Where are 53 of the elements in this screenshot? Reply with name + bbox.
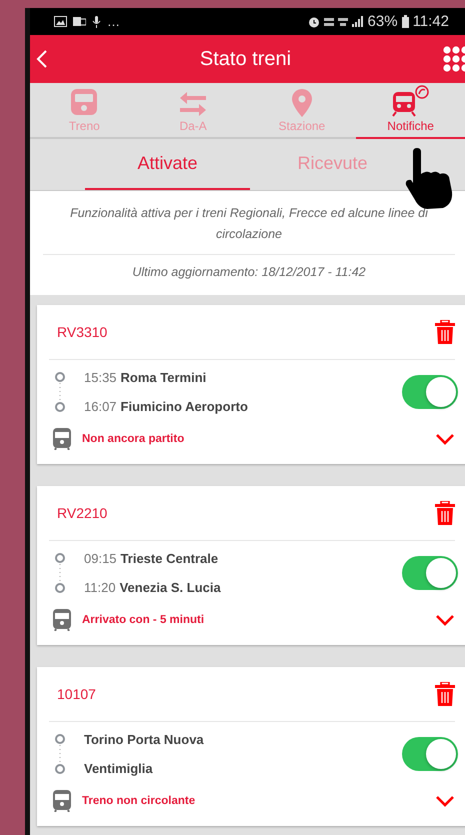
station-name: Venezia S. Lucia bbox=[120, 580, 221, 595]
route-line-icon bbox=[54, 371, 66, 413]
chevron-down-icon[interactable] bbox=[435, 433, 455, 445]
stop-time: 15:35 bbox=[84, 370, 117, 385]
more-notifications: … bbox=[107, 14, 120, 29]
station-name: Fiumicino Aeroporto bbox=[120, 399, 248, 414]
route-line-icon bbox=[54, 733, 66, 775]
grid-menu-icon[interactable] bbox=[443, 46, 465, 72]
back-icon[interactable] bbox=[36, 49, 48, 69]
chevron-down-icon[interactable] bbox=[435, 614, 455, 626]
signal-icon bbox=[352, 16, 364, 27]
clock: 11:42 bbox=[412, 13, 449, 30]
nav-tab[interactable]: Da-A bbox=[138, 83, 248, 139]
mail-icon bbox=[73, 16, 86, 27]
image-icon bbox=[54, 16, 67, 27]
notification-switch[interactable] bbox=[402, 375, 458, 409]
microphone-icon bbox=[92, 16, 101, 28]
notification-switch[interactable] bbox=[402, 556, 458, 590]
nav-tab[interactable]: Notifiche bbox=[356, 83, 465, 139]
train-icon bbox=[53, 428, 71, 450]
stop-time: 09:15 bbox=[84, 551, 117, 566]
notification-switch[interactable] bbox=[402, 737, 458, 771]
screen-title: Stato treni bbox=[198, 48, 292, 70]
stop-time: 16:07 bbox=[84, 399, 117, 414]
nav-tab[interactable]: Treno bbox=[30, 83, 139, 139]
hand-cursor-icon bbox=[405, 148, 455, 210]
alarm-icon bbox=[308, 16, 320, 28]
station-name: Torino Porta Nuova bbox=[84, 732, 204, 747]
trash-icon[interactable] bbox=[435, 501, 455, 525]
chevron-down-icon[interactable] bbox=[435, 795, 455, 807]
stop-time: 11:20 bbox=[84, 580, 116, 595]
train-number: 10107 bbox=[57, 686, 96, 702]
train-status: Treno non circolante bbox=[82, 795, 196, 807]
swap-arrows-icon bbox=[179, 91, 208, 117]
train-icon bbox=[53, 790, 71, 812]
last-update: Ultimo aggiornamento: 18/12/2017 - 11:42 bbox=[131, 264, 367, 281]
battery-icon bbox=[402, 15, 409, 28]
location-pin-icon bbox=[292, 89, 312, 117]
train-number: RV3310 bbox=[57, 324, 108, 340]
station-name: Roma Termini bbox=[120, 370, 206, 385]
nav-tab[interactable]: Stazione bbox=[248, 83, 356, 139]
train-status: Non ancora partito bbox=[82, 433, 186, 445]
route-line-icon bbox=[54, 552, 66, 594]
station-name: Trieste Centrale bbox=[120, 551, 218, 566]
train-status: Arrivato con - 5 minuti bbox=[82, 614, 206, 626]
train-number: RV2210 bbox=[57, 505, 108, 521]
train-icon bbox=[71, 89, 98, 117]
battery-percent: 63% bbox=[368, 13, 398, 30]
trash-icon[interactable] bbox=[435, 320, 455, 344]
station-name: Ventimiglia bbox=[84, 761, 153, 776]
trash-icon[interactable] bbox=[435, 682, 455, 706]
train-icon bbox=[53, 609, 71, 631]
notification-tab[interactable]: Ricevute bbox=[250, 139, 415, 190]
